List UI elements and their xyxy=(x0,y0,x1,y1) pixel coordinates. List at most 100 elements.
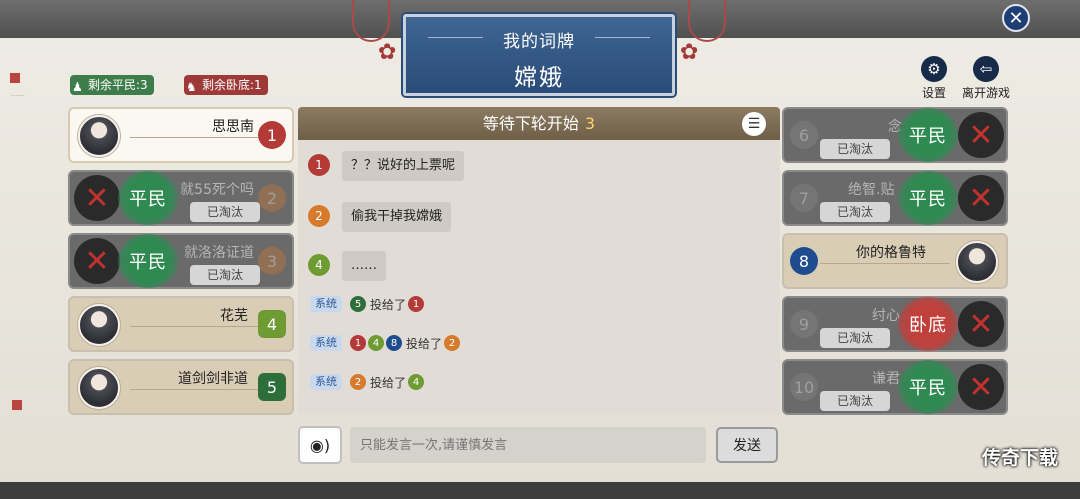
eliminated-label: 已淘汰 xyxy=(820,139,890,159)
player-name: 你的格鲁特 xyxy=(856,245,926,261)
card-title: 我的词牌 xyxy=(503,32,575,52)
player-number-badge: 3 xyxy=(258,247,286,275)
countdown: 3 xyxy=(584,114,596,133)
player-name: 谦君 xyxy=(872,371,900,387)
voice-toggle-button[interactable]: ◉) xyxy=(298,426,342,464)
message-bubble: …… xyxy=(342,251,386,281)
player-name: 绝智.贴 xyxy=(848,182,895,198)
seal-stamp xyxy=(12,400,22,410)
target-badge: 1 xyxy=(408,296,425,312)
card-word: 嫦娥 xyxy=(514,65,564,91)
player-number-badge: 2 xyxy=(258,184,286,212)
player-number-badge: 8 xyxy=(790,247,818,275)
settings-label: 设置 xyxy=(921,86,946,100)
voter-badge: 2 xyxy=(350,374,366,390)
player-name: 纣心 xyxy=(872,308,900,324)
knot-icon: ✿ xyxy=(680,40,699,65)
player-number-badge: 7 xyxy=(790,184,818,212)
eliminated-x-icon: ✕ xyxy=(958,175,1004,221)
player-slot-1[interactable]: 思思南 1 xyxy=(68,107,294,163)
undercover-icon: ♞ xyxy=(186,80,197,94)
avatar xyxy=(956,241,998,283)
target-badge: 2 xyxy=(444,335,461,351)
voter-badge: 4 xyxy=(368,335,384,351)
message-bubble: 偷我干掉我嫦娥 xyxy=(342,202,452,232)
eliminated-label: 已淘汰 xyxy=(820,202,890,222)
system-tag: 系统 xyxy=(310,335,342,351)
list-icon[interactable]: ☰ xyxy=(742,112,766,136)
player-name: 思思南 xyxy=(212,119,254,135)
vote-verb: 投给了 xyxy=(406,336,443,351)
target-badge: 4 xyxy=(408,374,425,390)
rope-decoration xyxy=(352,0,390,42)
eliminated-x-icon: ✕ xyxy=(958,364,1004,410)
player-number-badge: 1 xyxy=(258,121,286,149)
player-slot-3[interactable]: ✕ 平民 就洛洛证道 已淘汰 3 xyxy=(68,233,294,289)
divider xyxy=(130,326,260,327)
sound-wave-icon: ◉) xyxy=(309,435,331,455)
player-slot-8[interactable]: 8 你的格鲁特 xyxy=(782,233,1008,289)
player-name: 就洛洛证道 xyxy=(184,245,254,261)
player-name: 道剑剑非道 xyxy=(178,371,248,387)
message-bubble: ？？说好的上票呢 xyxy=(342,151,465,181)
player-name: 花芜 xyxy=(220,308,248,324)
role-badge: 平民 xyxy=(898,108,958,162)
knot-icon: ✿ xyxy=(378,40,397,65)
player-slot-6[interactable]: 6 念 已淘汰 平民 ✕ xyxy=(782,107,1008,163)
round-status-text: 等待下轮开始 xyxy=(482,114,579,133)
word-card-banner: 我的词牌 嫦娥 xyxy=(403,14,675,96)
close-button[interactable]: ✕ xyxy=(1002,4,1030,32)
vote-verb: 投给了 xyxy=(370,297,407,312)
speaker-badge: 1 xyxy=(308,154,330,176)
voter-badge: 5 xyxy=(350,296,366,312)
player-number-badge: 10 xyxy=(790,373,818,401)
player-slot-2[interactable]: ✕ 平民 就55死个吗 已淘汰 2 xyxy=(68,170,294,226)
rope-decoration xyxy=(688,0,726,42)
player-slot-5[interactable]: 道剑剑非道 5 xyxy=(68,359,294,415)
system-vote-message: 系统 5 投给了 1 xyxy=(310,295,426,313)
divider xyxy=(428,37,483,38)
eliminated-x-icon: ✕ xyxy=(958,112,1004,158)
player-number-badge: 5 xyxy=(258,373,286,401)
avatar xyxy=(78,304,120,346)
role-badge: 平民 xyxy=(118,171,178,225)
system-tag: 系统 xyxy=(310,374,342,390)
player-slot-7[interactable]: 7 绝智.贴 已淘汰 平民 ✕ xyxy=(782,170,1008,226)
chat-input[interactable] xyxy=(350,427,706,463)
player-slot-9[interactable]: 9 纣心 已淘汰 卧底 ✕ xyxy=(782,296,1008,352)
role-badge: 平民 xyxy=(118,234,178,288)
bottom-bar xyxy=(0,482,1080,499)
eliminated-x-icon: ✕ xyxy=(74,175,120,221)
eliminated-x-icon: ✕ xyxy=(958,301,1004,347)
player-slot-10[interactable]: 10 谦君 已淘汰 平民 ✕ xyxy=(782,359,1008,415)
eliminated-label: 已淘汰 xyxy=(190,265,260,285)
eliminated-x-icon: ✕ xyxy=(74,238,120,284)
leave-game-label: 离开游戏 xyxy=(962,86,1011,100)
divider xyxy=(820,263,950,264)
round-status-header: 等待下轮开始 3 xyxy=(298,107,780,140)
seal-stamp xyxy=(10,73,20,83)
vote-verb: 投给了 xyxy=(370,375,407,390)
remaining-undercover-text: 剩余卧底:1 xyxy=(202,78,262,92)
eliminated-label: 已淘汰 xyxy=(820,391,890,411)
divider xyxy=(130,137,260,138)
role-badge: 平民 xyxy=(898,360,958,414)
avatar xyxy=(78,115,120,157)
player-name: 就55死个吗 xyxy=(180,182,254,198)
speaker-badge: 4 xyxy=(308,254,330,276)
eliminated-label: 已淘汰 xyxy=(820,328,890,348)
player-number-badge: 9 xyxy=(790,310,818,338)
player-number-badge: 4 xyxy=(258,310,286,338)
player-slot-4[interactable]: 花芜 4 xyxy=(68,296,294,352)
settings-button[interactable]: ⚙ 设置 xyxy=(921,56,947,101)
role-badge: 卧底 xyxy=(898,297,958,351)
scroll-decoration: …… xyxy=(11,90,25,98)
leave-game-button[interactable]: ⇦ 离开游戏 xyxy=(962,56,1010,101)
send-button[interactable]: 发送 xyxy=(716,427,778,463)
remaining-civilian-badge: ♟ 剩余平民:3 xyxy=(70,75,154,95)
chat-panel: 等待下轮开始 3 ☰ 1 ？？说好的上票呢 2 偷我干掉我嫦娥 4 …… 系统 5… xyxy=(298,107,780,415)
gear-icon: ⚙ xyxy=(921,56,947,82)
avatar xyxy=(78,367,120,409)
system-vote-message: 系统 1 4 8 投给了 2 xyxy=(310,334,462,352)
speaker-badge: 2 xyxy=(308,205,330,227)
